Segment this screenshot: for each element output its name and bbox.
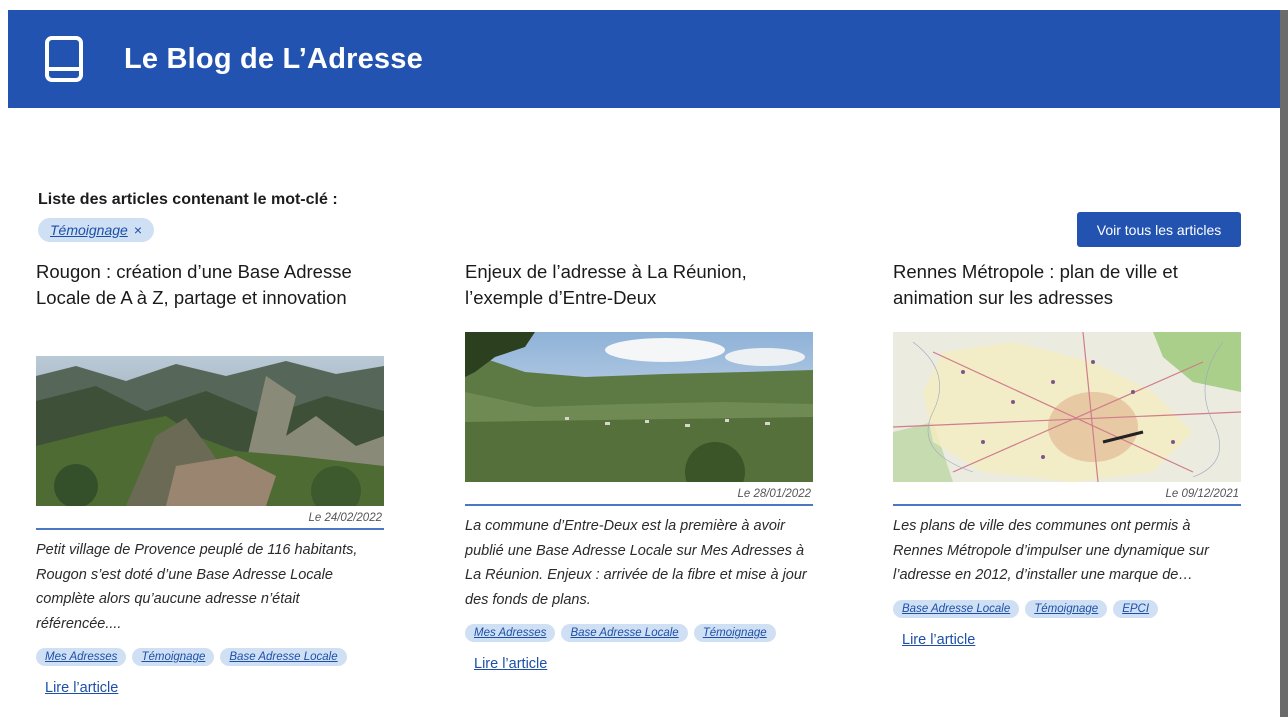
article-title[interactable]: Rougon : création d’une Base Adresse Loc…: [36, 259, 384, 339]
article-card: Rennes Métropole : plan de ville et anim…: [893, 259, 1241, 649]
article-tags: Base Adresse Locale Témoignage EPCI: [893, 599, 1241, 618]
window-top-edge: [0, 0, 1288, 10]
keyword-label: Témoignage: [50, 222, 128, 238]
article-excerpt: Petit village de Provence peuplé de 116 …: [36, 542, 358, 632]
tag-link[interactable]: Base Adresse Locale: [893, 599, 1020, 618]
article-date: Le 28/01/2022: [465, 482, 813, 506]
valley-landscape-photo[interactable]: [465, 332, 813, 482]
read-article-link[interactable]: Lire l’article: [902, 632, 975, 648]
article-title[interactable]: Rennes Métropole : plan de ville et anim…: [893, 259, 1241, 315]
close-icon[interactable]: ×: [134, 222, 142, 238]
read-article-link[interactable]: Lire l’article: [474, 656, 547, 672]
read-article-link[interactable]: Lire l’article: [45, 680, 118, 696]
scrollbar[interactable]: [1280, 10, 1288, 717]
tag-link[interactable]: Mes Adresses: [36, 648, 127, 666]
tag-link[interactable]: Mes Adresses: [465, 624, 556, 642]
article-excerpt: La commune d’Entre-Deux est la première …: [465, 518, 807, 608]
city-map-image[interactable]: [893, 332, 1241, 482]
active-keyword-chip[interactable]: Témoignage ×: [38, 218, 155, 242]
tag-link[interactable]: Base Adresse Locale: [561, 624, 688, 642]
tag-link[interactable]: Témoignage: [1025, 599, 1108, 618]
site-header: Le Blog de L’Adresse: [8, 10, 1280, 108]
article-date: Le 24/02/2022: [36, 506, 384, 530]
all-articles-button[interactable]: Voir tous les articles: [1077, 212, 1241, 247]
tag-link[interactable]: Base Adresse Locale: [220, 648, 347, 666]
book-icon[interactable]: [42, 33, 86, 85]
article-tags: Mes Adresses Témoignage Base Adresse Loc…: [36, 648, 384, 666]
article-date: Le 09/12/2021: [893, 482, 1241, 506]
tag-link[interactable]: Témoignage: [132, 648, 215, 666]
tag-link[interactable]: EPCI: [1113, 599, 1159, 618]
tag-link[interactable]: Témoignage: [693, 624, 776, 642]
article-card: Enjeux de l’adresse à La Réunion, l’exem…: [465, 259, 813, 673]
site-title[interactable]: Le Blog de L’Adresse: [124, 43, 423, 76]
keyword-intro: Liste des articles contenant le mot-clé …: [38, 191, 338, 208]
article-tags: Mes Adresses Base Adresse Locale Témoign…: [465, 624, 813, 642]
article-card: Rougon : création d’une Base Adresse Loc…: [36, 259, 384, 697]
mountain-village-photo[interactable]: [36, 356, 384, 506]
article-title[interactable]: Enjeux de l’adresse à La Réunion, l’exem…: [465, 259, 813, 315]
article-excerpt: Les plans de ville des communes ont perm…: [893, 518, 1209, 583]
